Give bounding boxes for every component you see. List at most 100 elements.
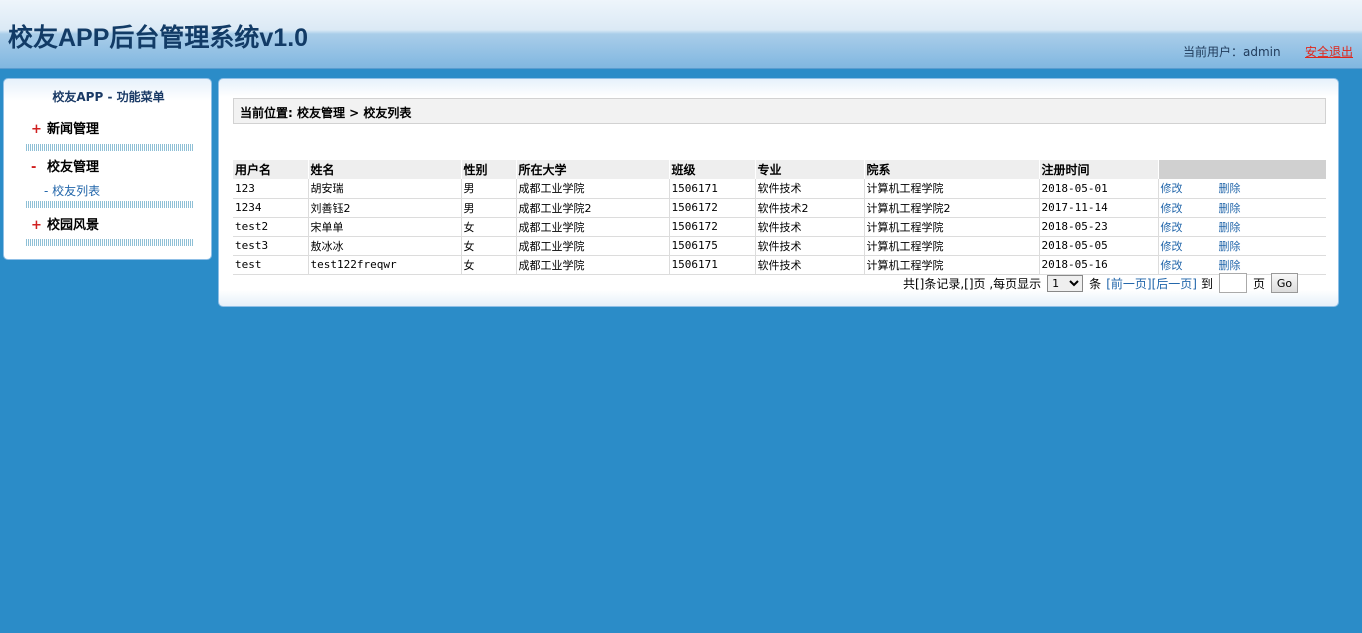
cell-dept: 计算机工程学院 — [863, 236, 1039, 256]
pager-summary: 共[]条记录,[]页 ,每页显示 — [903, 276, 1042, 291]
menu-group-label: 校友管理 — [47, 160, 100, 175]
cell-class: 1506171 — [668, 255, 755, 275]
edit-link[interactable]: 修改 — [1161, 259, 1183, 272]
cell-gender: 女 — [460, 255, 516, 275]
cell-actions: 修改 删除 — [1157, 198, 1326, 218]
menu-group-label: 新闻管理 — [47, 122, 100, 137]
goto-label: 到 — [1200, 276, 1213, 291]
submenu-alumni-list[interactable]: - 校友列表 — [44, 182, 100, 199]
cell-dept: 计算机工程学院2 — [863, 198, 1039, 218]
cell-gender: 女 — [460, 217, 516, 237]
cell-actions: 修改 删除 — [1157, 236, 1326, 256]
cell-name: 胡安瑞 — [307, 179, 461, 199]
cell-date: 2018-05-01 — [1038, 179, 1158, 199]
table-header-row: 用户名 姓名 性别 所在大学 班级 专业 院系 注册时间 — [233, 160, 1326, 179]
table-row: test test122freqwr 女 成都工业学院 1506171 软件技术… — [233, 255, 1326, 275]
alumni-table: 用户名 姓名 性别 所在大学 班级 专业 院系 注册时间 123 胡安瑞 男 成… — [233, 160, 1326, 275]
cell-class: 1506172 — [668, 198, 755, 218]
column-header: 姓名 — [307, 160, 461, 179]
menu-group-news[interactable]: + 新闻管理 — [31, 118, 99, 137]
pagination: 共[]条记录,[]页 ,每页显示 1 条 [前一页] [后一页] 到 页 Go — [903, 273, 1298, 293]
expand-icon: + — [31, 218, 42, 233]
menu-group-label: 校园风景 — [47, 218, 100, 233]
cell-class: 1506175 — [668, 236, 755, 256]
menu-divider — [26, 239, 194, 246]
cell-major: 软件技术 — [754, 255, 864, 275]
page-label: 页 — [1252, 276, 1265, 291]
cell-gender: 男 — [460, 198, 516, 218]
page-size-select[interactable]: 1 — [1047, 274, 1084, 292]
cell-username: test3 — [233, 236, 308, 256]
cell-major: 软件技术 — [754, 217, 864, 237]
delete-link[interactable]: 删除 — [1219, 221, 1241, 234]
page-number-input[interactable] — [1218, 273, 1247, 293]
edit-link[interactable]: 修改 — [1161, 240, 1183, 253]
cell-username: test2 — [233, 217, 308, 237]
next-page-link[interactable]: [后一页] — [1152, 275, 1197, 292]
cell-date: 2017-11-14 — [1038, 198, 1158, 218]
cell-major: 软件技术 — [754, 236, 864, 256]
pager-unit: 条 — [1089, 276, 1102, 291]
cell-username: 123 — [233, 179, 308, 199]
main-panel: 当前位置: 校友管理 > 校友列表 用户名 姓名 性别 所在大学 班级 专业 院… — [218, 78, 1339, 307]
edit-link[interactable]: 修改 — [1161, 182, 1183, 195]
cell-dept: 计算机工程学院 — [863, 179, 1039, 199]
breadcrumb: 当前位置: 校友管理 > 校友列表 — [233, 98, 1326, 124]
collapse-icon: - — [31, 160, 37, 175]
column-header: 班级 — [668, 160, 755, 179]
cell-username: 1234 — [233, 198, 308, 218]
column-header-actions — [1157, 160, 1326, 179]
cell-dept: 计算机工程学院 — [863, 217, 1039, 237]
cell-university: 成都工业学院 — [515, 255, 669, 275]
cell-name: 宋单单 — [307, 217, 461, 237]
column-header: 注册时间 — [1038, 160, 1158, 179]
column-header: 院系 — [863, 160, 1039, 179]
cell-name: 敖冰冰 — [307, 236, 461, 256]
cell-university: 成都工业学院 — [515, 217, 669, 237]
delete-link[interactable]: 删除 — [1219, 202, 1241, 215]
sidebar-title: 校友APP - 功能菜单 — [52, 90, 165, 104]
cell-name: test122freqwr — [307, 255, 461, 275]
table-row: test3 敖冰冰 女 成都工业学院 1506175 软件技术 计算机工程学院 … — [233, 236, 1326, 256]
logout-link[interactable]: 安全退出 — [1305, 43, 1353, 60]
cell-actions: 修改 删除 — [1157, 217, 1326, 237]
menu-group-campus[interactable]: + 校园风景 — [31, 214, 99, 233]
cell-actions: 修改 删除 — [1157, 179, 1326, 199]
delete-link[interactable]: 删除 — [1219, 240, 1241, 253]
edit-link[interactable]: 修改 — [1161, 202, 1183, 215]
delete-link[interactable]: 删除 — [1219, 259, 1241, 272]
cell-date: 2018-05-05 — [1038, 236, 1158, 256]
sidebar: 校友APP - 功能菜单 + 新闻管理 - 校友管理 - 校友列表 + 校园风景 — [3, 78, 212, 260]
table-row: 1234 刘善钰2 男 成都工业学院2 1506172 软件技术2 计算机工程学… — [233, 198, 1326, 218]
cell-gender: 女 — [460, 236, 516, 256]
menu-group-alumni[interactable]: - 校友管理 — [31, 156, 99, 175]
expand-icon: + — [31, 122, 42, 137]
cell-date: 2018-05-16 — [1038, 255, 1158, 275]
cell-actions: 修改 删除 — [1157, 255, 1326, 275]
column-header: 所在大学 — [515, 160, 669, 179]
prev-page-link[interactable]: [前一页] — [1106, 275, 1151, 292]
cell-date: 2018-05-23 — [1038, 217, 1158, 237]
current-user-label: 当前用户：admin — [1183, 45, 1281, 59]
cell-university: 成都工业学院 — [515, 179, 669, 199]
edit-link[interactable]: 修改 — [1161, 221, 1183, 234]
cell-university: 成都工业学院2 — [515, 198, 669, 218]
cell-dept: 计算机工程学院 — [863, 255, 1039, 275]
table-row: test2 宋单单 女 成都工业学院 1506172 软件技术 计算机工程学院 … — [233, 217, 1326, 237]
cell-class: 1506171 — [668, 179, 755, 199]
column-header: 专业 — [754, 160, 864, 179]
app-title: 校友APP后台管理系统v1.0 — [8, 24, 309, 52]
go-button[interactable]: Go — [1270, 273, 1298, 293]
table-row: 123 胡安瑞 男 成都工业学院 1506171 软件技术 计算机工程学院 20… — [233, 179, 1326, 199]
cell-major: 软件技术2 — [754, 198, 864, 218]
cell-name: 刘善钰2 — [307, 198, 461, 218]
column-header: 用户名 — [233, 160, 308, 179]
menu-divider — [26, 144, 194, 151]
delete-link[interactable]: 删除 — [1219, 182, 1241, 195]
cell-major: 软件技术 — [754, 179, 864, 199]
cell-username: test — [233, 255, 308, 275]
cell-university: 成都工业学院 — [515, 236, 669, 256]
menu-divider — [26, 201, 194, 208]
column-header: 性别 — [460, 160, 516, 179]
cell-gender: 男 — [460, 179, 516, 199]
